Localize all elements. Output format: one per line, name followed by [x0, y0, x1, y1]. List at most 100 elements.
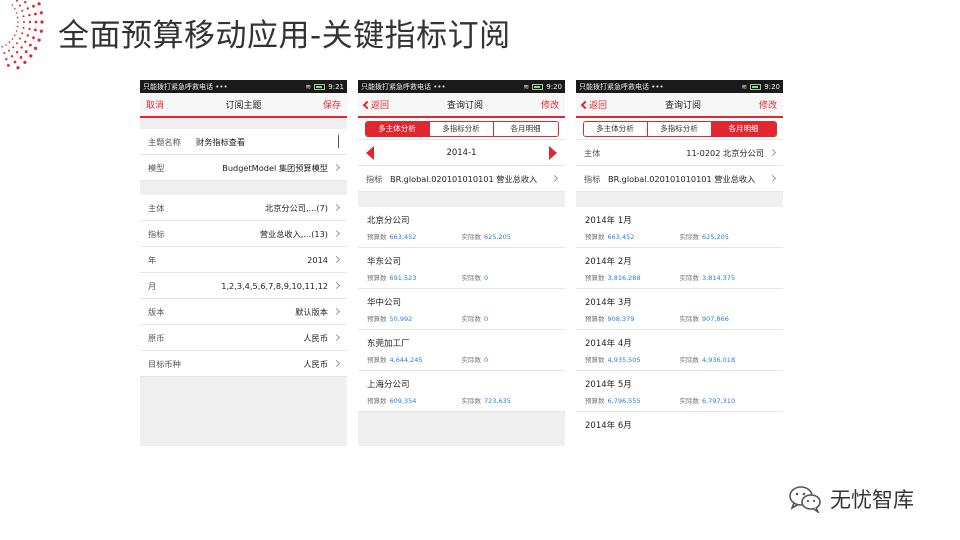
tab-multi-entity[interactable]: 多主体分析	[365, 121, 430, 136]
next-period-icon[interactable]	[548, 145, 557, 160]
budget-value-label: 预算数	[585, 274, 605, 282]
back-button[interactable]: 返回	[362, 98, 390, 111]
field-value: 11-0202 北京分公司	[686, 147, 764, 158]
brand-logo: 无忧智库	[788, 484, 914, 514]
entity-list-item[interactable]: 华中公司 预算数 50,992 实际数 0	[358, 289, 565, 330]
budget-value: 预算数 4,935,505	[585, 354, 680, 364]
chevron-right-icon	[332, 333, 341, 342]
list-item-values: 预算数 3,816,288 实际数 3,814,375	[585, 272, 774, 282]
list-item-values: 预算数 4,935,505 实际数 4,936,018	[585, 354, 774, 364]
version-row[interactable]: 版本 默认版本	[140, 299, 347, 325]
decorative-dot	[15, 30, 18, 32]
actual-value: 实际数 3,814,375	[680, 272, 775, 282]
decorative-dot	[34, 20, 38, 24]
decorative-dot	[17, 21, 19, 23]
chevron-right-icon	[332, 163, 341, 172]
decorative-dot	[34, 28, 37, 32]
actual-value-number: 0	[484, 315, 489, 323]
field-label: 主题名称	[148, 136, 181, 147]
year-row[interactable]: 年 2014	[140, 247, 347, 273]
budget-value: 预算数 4,644,245	[367, 354, 462, 364]
wifi-icon: ≋	[305, 82, 312, 91]
month-list-item[interactable]: 2014年 3月 预算数 908,379 实际数 907,866	[576, 289, 783, 330]
indicator-row[interactable]: 指标 BR.global.020101010101 营业总收入	[358, 166, 565, 192]
previous-period-icon[interactable]	[366, 145, 374, 160]
edit-button[interactable]: 修改	[759, 98, 777, 111]
status-bar: 只能拨打紧急呼救电话 ••• ≋ 9:20	[358, 80, 565, 93]
entity-list: 北京分公司 预算数 663,452 实际数 625,205 华东公司 预算数 691,523 实…	[358, 207, 565, 412]
month-row[interactable]: 月 1,2,3,4,5,6,7,8,9,10,11,12	[140, 273, 347, 299]
tab-multi-entity[interactable]: 多主体分析	[583, 121, 648, 136]
tab-multi-indicator[interactable]: 多指标分析	[647, 121, 712, 136]
month-list-item[interactable]: 2014年 4月 预算数 4,935,505 实际数 4,936,018	[576, 330, 783, 371]
decorative-dot	[40, 20, 44, 24]
decorative-dot	[16, 66, 20, 70]
indicator-row[interactable]: 指标 BR.global.020101010101 营业总收入	[576, 166, 783, 192]
original-currency-row[interactable]: 原币 人民币	[140, 325, 347, 351]
model-row[interactable]: 模型 BudgetModel 集团预算模型	[140, 155, 347, 181]
month-list-item[interactable]: 2014年 2月 预算数 3,816,288 实际数 3,814,375	[576, 248, 783, 289]
entity-list-item[interactable]: 东莞加工厂预算数 4,644,245 实际数 0	[358, 330, 565, 371]
list-item-values: 预算数 663,452 实际数 625,205	[585, 231, 774, 241]
budget-value-label: 预算数	[367, 315, 387, 323]
actual-value-label: 实际数	[679, 233, 700, 241]
budget-value-label: 预算数	[585, 233, 605, 241]
back-label: 返回	[371, 101, 390, 111]
tab-monthly-detail[interactable]: 各月明细	[493, 121, 558, 136]
actual-value-label: 实际数	[461, 233, 482, 241]
list-item-title: 上海分公司	[367, 380, 410, 390]
status-text: 只能拨打紧急呼救电话 •••	[143, 82, 228, 91]
status-text: 只能拨打紧急呼救电话 •••	[361, 82, 446, 91]
tab-monthly-detail[interactable]: 各月明细	[711, 121, 776, 136]
list-item-values: 预算数 908,379 实际数 907,866	[585, 313, 774, 323]
entity-row[interactable]: 主体 11-0202 北京分公司	[576, 140, 783, 166]
battery-icon	[314, 83, 326, 90]
edit-button[interactable]: 修改	[541, 98, 559, 111]
decorative-dot	[32, 36, 35, 40]
budget-value: 预算数 691,523	[367, 272, 462, 282]
chevron-right-icon	[332, 229, 341, 238]
list-item-title: 华东公司	[367, 257, 402, 267]
decorative-dot	[8, 49, 10, 52]
actual-value: 实际数 0	[462, 272, 557, 282]
list-item-title: 2014年 5月	[585, 380, 632, 390]
entity-list-item[interactable]: 华东公司预算数 691,523 实际数 0	[358, 248, 565, 289]
chevron-left-icon	[580, 100, 590, 110]
period-selector: 2014-1	[358, 140, 565, 166]
month-list-item[interactable]: 2014年 5月 预算数 6,796,555 实际数 6,797,310	[576, 371, 783, 412]
month-list-item[interactable]: 2014年 1月 预算数 663,452 实际数 625,205	[576, 207, 783, 248]
actual-value-number: 723,635	[484, 397, 511, 405]
list-item-values: 预算数 4,644,245 实际数 0	[367, 354, 556, 364]
indicator-row[interactable]: 指标 营业总收入,...(13)	[140, 221, 347, 247]
entity-list-item[interactable]: 上海分公司 预算数 609,354 实际数 723,635	[358, 371, 565, 412]
budget-value-number: 908,379	[607, 315, 635, 323]
entity-row[interactable]: 主体 北京分公司,...(7)	[140, 195, 347, 221]
phone-monthly-detail: 只能拨打紧急呼救电话 ••• ≋ 9:20 返回 查询订阅 修改 多主体分析 多…	[576, 80, 783, 446]
actual-value-label: 实际数	[461, 315, 482, 323]
entity-list-item[interactable]: 北京分公司 预算数 663,452 实际数 625,205	[358, 207, 565, 248]
actual-value-number: 907,866	[702, 315, 729, 323]
decorative-dot	[24, 1, 27, 4]
field-label: 目标币种	[148, 358, 181, 369]
status-time: 9:20	[546, 82, 562, 91]
decorative-dot	[8, 41, 11, 43]
field-value: BR.global.020101010101 营业总收入	[608, 173, 756, 184]
month-list-item[interactable]: 2014年 6月	[576, 412, 783, 446]
list-item-title: 东莞加工厂	[367, 339, 410, 349]
back-button[interactable]: 返回	[580, 98, 607, 111]
save-button[interactable]: 保存	[323, 98, 341, 111]
decorative-dot	[21, 9, 24, 12]
tab-multi-indicator[interactable]: 多指标分析	[429, 121, 494, 136]
field-value: 人民币	[303, 332, 328, 343]
budget-value: 预算数 6,796,555	[585, 395, 680, 405]
subscribe-form: 主题名称 财务指标查看 模型 BudgetModel 集团预算模型 主体 北京分…	[140, 118, 347, 377]
cancel-button[interactable]: 取消	[146, 98, 164, 111]
decorative-dot	[14, 8, 16, 10]
status-time: 9:20	[764, 82, 780, 91]
topic-name-field[interactable]: 主题名称 财务指标查看	[140, 129, 347, 155]
decorative-dot	[5, 44, 7, 46]
field-value: 2014	[307, 254, 328, 265]
segmented-control: 多主体分析 多指标分析 各月明细	[364, 120, 559, 137]
target-currency-row[interactable]: 目标币种 人民币	[140, 351, 347, 377]
nav-bar: 取消 订阅主题 保存	[140, 93, 347, 118]
